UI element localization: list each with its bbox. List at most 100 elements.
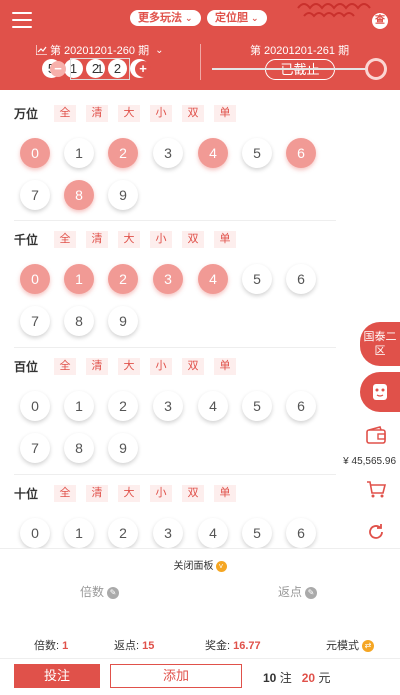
number-ball[interactable]: 7 <box>20 180 50 210</box>
number-ball[interactable]: 6 <box>286 518 316 548</box>
quick-select-button[interactable]: 双 <box>182 357 204 375</box>
stat-rebate: 返点: 15 <box>114 637 154 653</box>
rebate-slider[interactable] <box>212 68 377 70</box>
number-ball[interactable]: 1 <box>64 391 94 421</box>
number-ball[interactable]: 2 <box>108 264 138 294</box>
quick-select-button[interactable]: 大 <box>118 484 140 502</box>
number-ball[interactable]: 0 <box>20 264 50 294</box>
quick-select-button[interactable]: 小 <box>150 484 172 502</box>
quick-select-button[interactable]: 清 <box>86 357 108 375</box>
number-ball[interactable]: 8 <box>64 306 94 336</box>
section-header: 万位全清大小双单 <box>14 104 246 122</box>
quick-select-button[interactable]: 大 <box>118 357 140 375</box>
quick-select-button[interactable]: 小 <box>150 104 172 122</box>
number-ball[interactable]: 8 <box>64 433 94 463</box>
number-ball[interactable]: 5 <box>242 264 272 294</box>
pencil-icon[interactable]: ✎ <box>305 586 318 599</box>
number-ball[interactable]: 2 <box>108 391 138 421</box>
number-ball[interactable]: 5 <box>242 391 272 421</box>
mode-switch[interactable]: 元模式 ⇄ <box>326 637 374 653</box>
number-ball[interactable]: 9 <box>108 433 138 463</box>
quick-select-button[interactable]: 清 <box>86 484 108 502</box>
quick-select-button[interactable]: 全 <box>54 357 76 375</box>
number-ball[interactable]: 6 <box>286 138 316 168</box>
last-period-label: 第 20201201-260 期 <box>50 45 150 57</box>
quick-select-button[interactable]: 全 <box>54 230 76 248</box>
quick-select-button[interactable]: 单 <box>214 104 236 122</box>
quick-select-button[interactable]: 单 <box>214 484 236 502</box>
number-ball[interactable]: 5 <box>242 518 272 548</box>
quick-select-button[interactable]: 清 <box>86 104 108 122</box>
multiplier-input[interactable]: 1 <box>70 58 130 80</box>
rebate-header-label: 返点 <box>278 585 303 599</box>
number-ball[interactable]: 4 <box>198 264 228 294</box>
number-ball[interactable]: 0 <box>20 391 50 421</box>
position-method-dropdown[interactable]: 定位胆 ⌄ <box>207 10 267 26</box>
multiplier-decrease-button[interactable]: − <box>50 61 66 77</box>
quick-select-button[interactable]: 小 <box>150 357 172 375</box>
number-ball[interactable]: 3 <box>153 391 183 421</box>
cart-icon[interactable] <box>360 473 392 505</box>
section-divider <box>14 220 336 221</box>
section-header: 千位全清大小双单 <box>14 230 246 248</box>
number-ball[interactable]: 0 <box>20 518 50 548</box>
number-ball[interactable]: 6 <box>286 264 316 294</box>
last-period-selector[interactable]: 第 20201201-260 期 ⌄ <box>36 42 163 58</box>
add-button[interactable]: 添加 <box>110 664 242 688</box>
multiplier-header-label: 倍数 <box>80 585 105 599</box>
play-method-dropdown[interactable]: 更多玩法 ⌄ <box>130 10 201 26</box>
query-icon[interactable]: 查 <box>372 13 388 29</box>
section-header: 百位全清大小双单 <box>14 357 246 375</box>
refresh-icon[interactable] <box>360 516 392 548</box>
number-ball[interactable]: 3 <box>153 518 183 548</box>
quick-select-button[interactable]: 全 <box>54 104 76 122</box>
customer-service-icon[interactable] <box>360 372 400 412</box>
number-ball[interactable]: 6 <box>286 391 316 421</box>
number-ball[interactable]: 9 <box>108 306 138 336</box>
pencil-icon[interactable]: ✎ <box>107 586 120 599</box>
number-ball[interactable]: 9 <box>108 180 138 210</box>
close-panel-label: 关闭面板 <box>173 561 214 572</box>
close-panel-button[interactable]: 关闭面板 ˅ <box>0 557 400 572</box>
number-ball[interactable]: 7 <box>20 306 50 336</box>
play-method-label: 更多玩法 <box>138 12 182 24</box>
quick-select-button[interactable]: 双 <box>182 230 204 248</box>
multiplier-header: 倍数 ✎ <box>80 583 120 600</box>
number-ball[interactable]: 5 <box>242 138 272 168</box>
number-ball[interactable]: 1 <box>64 518 94 548</box>
number-ball[interactable]: 4 <box>198 518 228 548</box>
number-ball[interactable]: 7 <box>20 433 50 463</box>
number-ball[interactable]: 4 <box>198 138 228 168</box>
number-ball[interactable]: 0 <box>20 138 50 168</box>
swap-icon: ⇄ <box>362 640 374 653</box>
menu-icon[interactable] <box>12 12 32 28</box>
bet-summary: 10 注 20 元 <box>263 669 330 686</box>
chevron-down-icon: ⌄ <box>155 44 164 56</box>
quick-select-button[interactable]: 大 <box>118 104 140 122</box>
quick-select-button[interactable]: 双 <box>182 484 204 502</box>
number-ball[interactable]: 8 <box>64 180 94 210</box>
quick-select-button[interactable]: 清 <box>86 230 108 248</box>
quick-select-button[interactable]: 大 <box>118 230 140 248</box>
bet-button[interactable]: 投注 <box>14 664 100 688</box>
multiplier-increase-button[interactable]: + <box>135 61 151 77</box>
number-ball[interactable]: 2 <box>108 518 138 548</box>
quick-select-button[interactable]: 全 <box>54 484 76 502</box>
quick-select-button[interactable]: 双 <box>182 104 204 122</box>
number-ball[interactable]: 3 <box>153 138 183 168</box>
wallet-icon[interactable] <box>360 420 392 452</box>
quick-select-button[interactable]: 单 <box>214 230 236 248</box>
quick-select-button[interactable]: 小 <box>150 230 172 248</box>
number-ball[interactable]: 3 <box>153 264 183 294</box>
stat-prize-value: 16.77 <box>233 640 261 652</box>
number-ball[interactable]: 1 <box>64 264 94 294</box>
cloud-decoration-icon <box>297 3 371 18</box>
stats-divider <box>0 658 400 659</box>
rebate-slider-handle[interactable] <box>368 61 384 77</box>
number-ball[interactable]: 1 <box>64 138 94 168</box>
section-divider <box>14 474 336 475</box>
zone-badge[interactable]: 国泰二区 <box>360 322 400 366</box>
quick-select-button[interactable]: 单 <box>214 357 236 375</box>
number-ball[interactable]: 4 <box>198 391 228 421</box>
number-ball[interactable]: 2 <box>108 138 138 168</box>
